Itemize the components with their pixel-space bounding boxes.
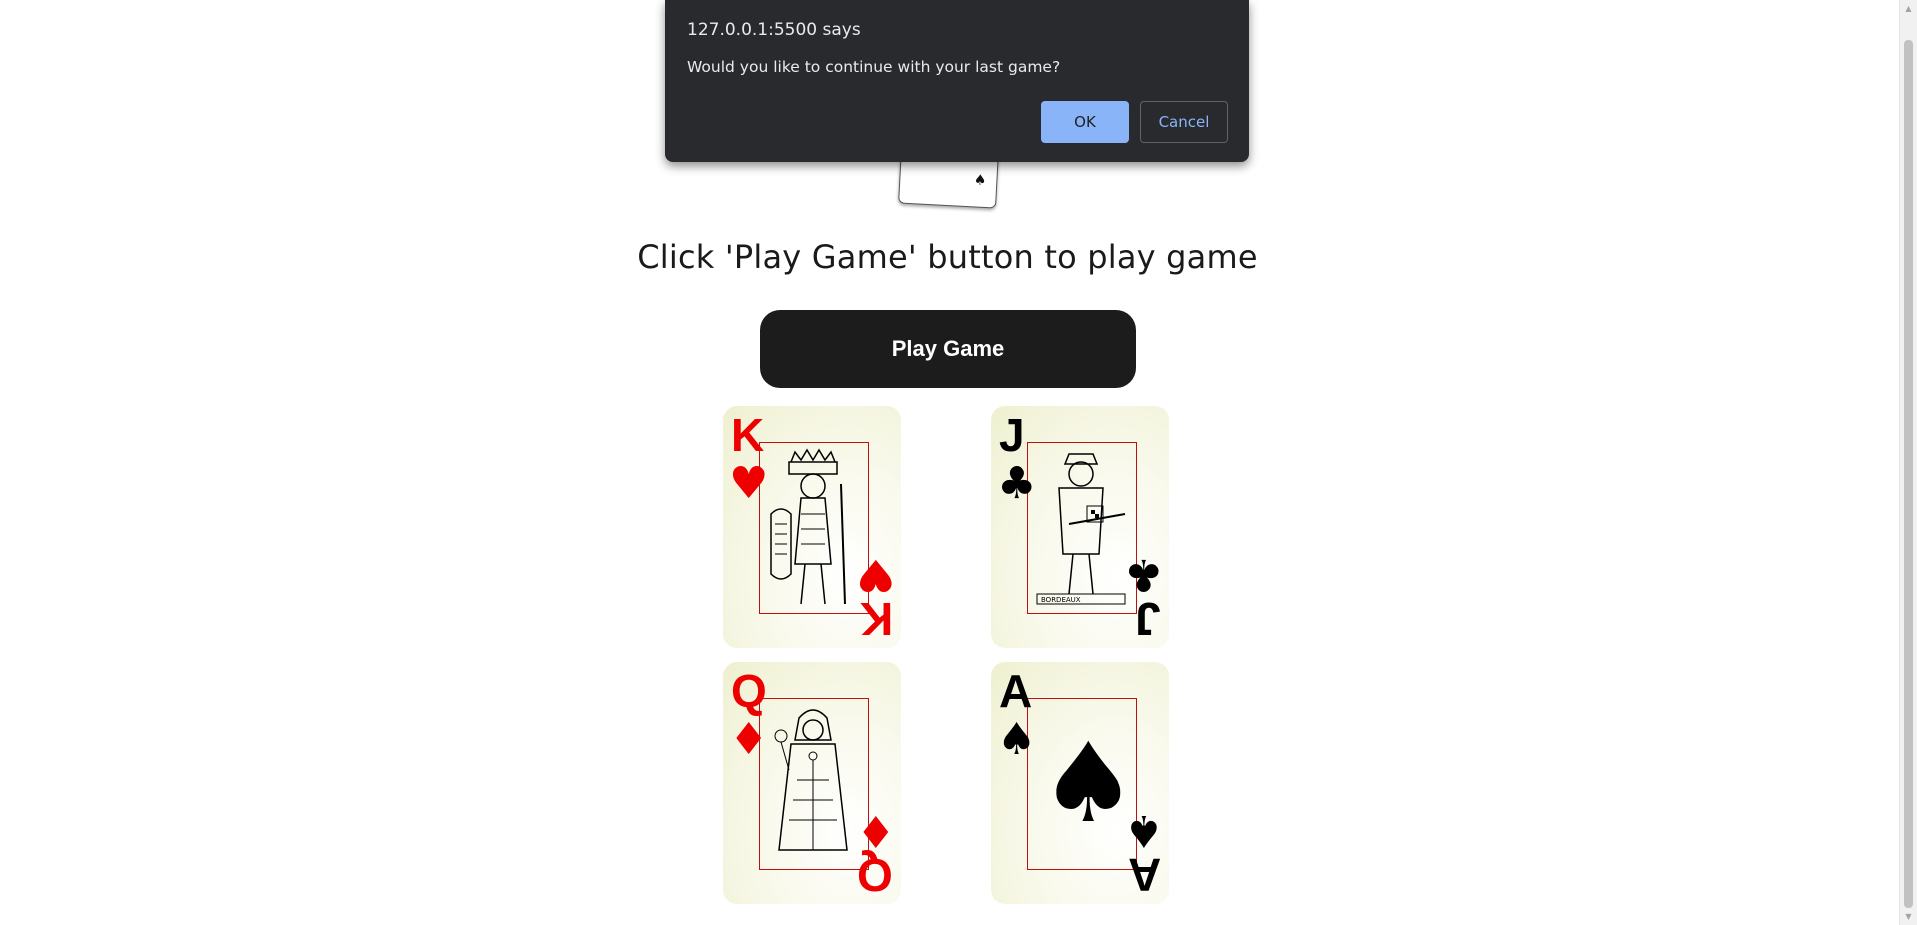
svg-text:BORDEAUX: BORDEAUX bbox=[1041, 596, 1081, 604]
dialog-origin-text: 127.0.0.1:5500 says bbox=[687, 20, 861, 40]
card-rank-top: J bbox=[999, 409, 1025, 461]
ok-button[interactable]: OK bbox=[1041, 101, 1129, 143]
jack-figure-image: BORDEAUX bbox=[1036, 453, 1126, 605]
card-rank-bottom: J bbox=[1135, 593, 1161, 645]
scroll-down-arrow-icon[interactable]: ▼ bbox=[1900, 908, 1917, 925]
card-rank-top: Q bbox=[731, 665, 767, 717]
scrollbar-thumb[interactable] bbox=[1904, 40, 1913, 908]
diamond-icon: ♦ bbox=[729, 714, 769, 765]
cancel-button[interactable]: Cancel bbox=[1140, 101, 1228, 143]
play-game-button[interactable]: Play Game bbox=[760, 310, 1136, 388]
card-ace-spades[interactable]: ♠ A ♠ ♠ A bbox=[991, 662, 1169, 904]
instruction-text: Click 'Play Game' button to play game bbox=[637, 238, 1258, 276]
card-rank-bottom: A bbox=[1127, 849, 1161, 901]
diamond-icon: ♦ bbox=[855, 805, 895, 856]
card-corner-suit: ♠ bbox=[973, 172, 987, 189]
card-queen-diamonds[interactable]: Q ♦ ♦ Q bbox=[723, 662, 901, 904]
card-rank-bottom: K bbox=[859, 593, 893, 645]
heart-icon: ♥ bbox=[855, 549, 895, 600]
club-icon: ♣ bbox=[1123, 549, 1163, 600]
card-jack-clubs[interactable]: BORDEAUX J ♣ ♣ J bbox=[991, 406, 1169, 648]
spade-icon: ♠ bbox=[997, 714, 1037, 765]
heart-icon: ♥ bbox=[729, 458, 769, 509]
card-rank-top: K bbox=[731, 409, 765, 461]
dialog-message-text: Would you like to continue with your las… bbox=[687, 58, 1061, 76]
club-icon: ♣ bbox=[997, 458, 1037, 509]
spade-icon: ♠ bbox=[1123, 805, 1163, 856]
card-rank-top: A bbox=[999, 665, 1033, 717]
card-rank-bottom: Q bbox=[857, 849, 893, 901]
vertical-scrollbar[interactable]: ▲ ▼ bbox=[1899, 0, 1917, 925]
king-figure-image bbox=[770, 448, 846, 605]
page: ♠ Click 'Play Game' button to play game … bbox=[0, 0, 1917, 925]
card-king-hearts[interactable]: K ♥ ♥ K bbox=[723, 406, 901, 648]
spade-icon: ♠ bbox=[1039, 719, 1138, 847]
scroll-up-arrow-icon[interactable]: ▲ bbox=[1900, 0, 1917, 17]
queen-figure-image bbox=[774, 709, 848, 851]
alert-dialog: 127.0.0.1:5500 says Would you like to co… bbox=[665, 0, 1249, 162]
